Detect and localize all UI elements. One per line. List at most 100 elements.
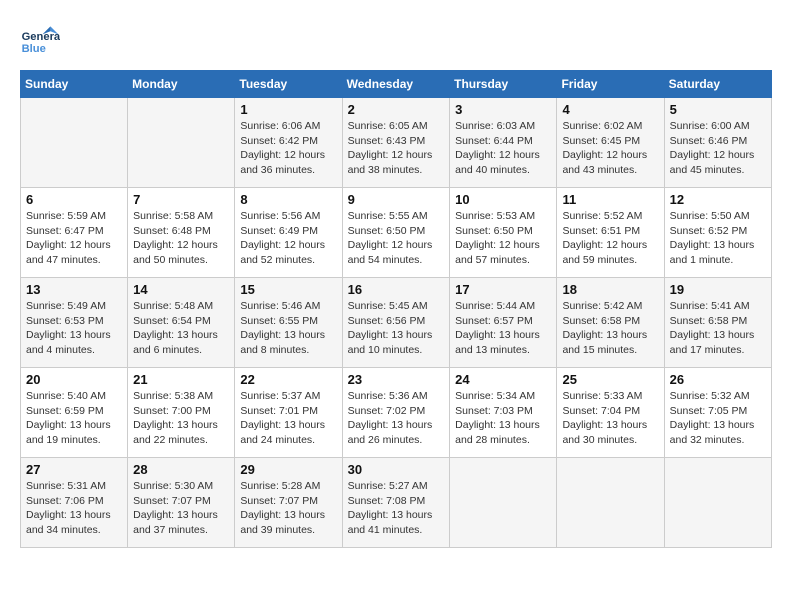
calendar-day-22: 22Sunrise: 5:37 AM Sunset: 7:01 PM Dayli… (235, 368, 342, 458)
calendar-day-16: 16 Sunrise: 5:45 AM Sunset: 6:56 PM Dayli… (342, 278, 450, 368)
logo-icon: General Blue (20, 20, 60, 60)
calendar-day-24: 24 Sunrise: 5:34 AM Sunset: 7:03 PM Dayli… (450, 368, 557, 458)
day-number: 10 (455, 192, 551, 207)
day-info: Sunrise: 5:32 AM Sunset: 7:05 PM Dayligh… (670, 389, 766, 448)
day-number: 28 (133, 462, 229, 477)
day-info: Sunrise: 5:49 AM Sunset: 6:53 PM Dayligh… (26, 299, 122, 358)
day-number: 11 (562, 192, 658, 207)
calendar-day-5: 5 Sunrise: 6:00 AM Sunset: 6:46 PM Daylig… (664, 98, 771, 188)
calendar-empty-cell (557, 458, 664, 548)
day-number: 16 (348, 282, 445, 297)
calendar-day-19: 19Sunrise: 5:41 AM Sunset: 6:58 PM Dayli… (664, 278, 771, 368)
calendar-day-2: 2 Sunrise: 6:05 AM Sunset: 6:43 PM Daylig… (342, 98, 450, 188)
day-number: 29 (240, 462, 336, 477)
day-number: 20 (26, 372, 122, 387)
day-info: Sunrise: 5:27 AM Sunset: 7:08 PM Dayligh… (348, 479, 445, 538)
day-number: 7 (133, 192, 229, 207)
calendar-day-18: 18Sunrise: 5:42 AM Sunset: 6:58 PM Dayli… (557, 278, 664, 368)
day-number: 4 (562, 102, 658, 117)
calendar-empty-cell (128, 98, 235, 188)
day-info: Sunrise: 6:06 AM Sunset: 6:42 PM Dayligh… (240, 119, 336, 178)
day-number: 24 (455, 372, 551, 387)
calendar-day-3: 3 Sunrise: 6:03 AM Sunset: 6:44 PM Daylig… (450, 98, 557, 188)
day-number: 6 (26, 192, 122, 207)
calendar-header-row: SundayMondayTuesdayWednesdayThursdayFrid… (21, 71, 772, 98)
day-info: Sunrise: 5:37 AM Sunset: 7:01 PM Dayligh… (240, 389, 336, 448)
day-number: 30 (348, 462, 445, 477)
day-info: Sunrise: 6:00 AM Sunset: 6:46 PM Dayligh… (670, 119, 766, 178)
day-number: 26 (670, 372, 766, 387)
day-info: Sunrise: 5:28 AM Sunset: 7:07 PM Dayligh… (240, 479, 336, 538)
calendar-day-7: 7 Sunrise: 5:58 AM Sunset: 6:48 PM Daylig… (128, 188, 235, 278)
weekday-header-wednesday: Wednesday (342, 71, 450, 98)
calendar-week-row: 13 Sunrise: 5:49 AM Sunset: 6:53 PM Dayli… (21, 278, 772, 368)
day-number: 13 (26, 282, 122, 297)
day-number: 8 (240, 192, 336, 207)
day-number: 14 (133, 282, 229, 297)
page-header: General Blue (20, 20, 772, 60)
day-info: Sunrise: 5:44 AM Sunset: 6:57 PM Dayligh… (455, 299, 551, 358)
weekday-header-monday: Monday (128, 71, 235, 98)
calendar-day-15: 15Sunrise: 5:46 AM Sunset: 6:55 PM Dayli… (235, 278, 342, 368)
day-number: 2 (348, 102, 445, 117)
calendar-week-row: 1 Sunrise: 6:06 AM Sunset: 6:42 PM Daylig… (21, 98, 772, 188)
calendar-day-30: 30 Sunrise: 5:27 AM Sunset: 7:08 PM Dayli… (342, 458, 450, 548)
day-number: 9 (348, 192, 445, 207)
calendar-day-14: 14 Sunrise: 5:48 AM Sunset: 6:54 PM Dayli… (128, 278, 235, 368)
calendar-day-27: 27 Sunrise: 5:31 AM Sunset: 7:06 PM Dayli… (21, 458, 128, 548)
weekday-header-tuesday: Tuesday (235, 71, 342, 98)
calendar-week-row: 20Sunrise: 5:40 AM Sunset: 6:59 PM Dayli… (21, 368, 772, 458)
day-info: Sunrise: 5:34 AM Sunset: 7:03 PM Dayligh… (455, 389, 551, 448)
day-info: Sunrise: 5:56 AM Sunset: 6:49 PM Dayligh… (240, 209, 336, 268)
calendar-week-row: 27 Sunrise: 5:31 AM Sunset: 7:06 PM Dayli… (21, 458, 772, 548)
day-info: Sunrise: 5:46 AM Sunset: 6:55 PM Dayligh… (240, 299, 336, 358)
day-info: Sunrise: 5:55 AM Sunset: 6:50 PM Dayligh… (348, 209, 445, 268)
day-number: 1 (240, 102, 336, 117)
day-number: 21 (133, 372, 229, 387)
day-info: Sunrise: 5:41 AM Sunset: 6:58 PM Dayligh… (670, 299, 766, 358)
day-info: Sunrise: 5:36 AM Sunset: 7:02 PM Dayligh… (348, 389, 445, 448)
day-number: 23 (348, 372, 445, 387)
day-number: 12 (670, 192, 766, 207)
day-number: 27 (26, 462, 122, 477)
calendar-day-10: 10 Sunrise: 5:53 AM Sunset: 6:50 PM Dayli… (450, 188, 557, 278)
day-info: Sunrise: 5:33 AM Sunset: 7:04 PM Dayligh… (562, 389, 658, 448)
calendar-day-17: 17 Sunrise: 5:44 AM Sunset: 6:57 PM Dayli… (450, 278, 557, 368)
day-info: Sunrise: 5:48 AM Sunset: 6:54 PM Dayligh… (133, 299, 229, 358)
weekday-header-friday: Friday (557, 71, 664, 98)
day-number: 5 (670, 102, 766, 117)
calendar-day-26: 26 Sunrise: 5:32 AM Sunset: 7:05 PM Dayli… (664, 368, 771, 458)
day-info: Sunrise: 5:31 AM Sunset: 7:06 PM Dayligh… (26, 479, 122, 538)
day-number: 25 (562, 372, 658, 387)
day-number: 3 (455, 102, 551, 117)
day-info: Sunrise: 5:38 AM Sunset: 7:00 PM Dayligh… (133, 389, 229, 448)
calendar-day-21: 21 Sunrise: 5:38 AM Sunset: 7:00 PM Dayli… (128, 368, 235, 458)
weekday-header-sunday: Sunday (21, 71, 128, 98)
calendar-day-9: 9 Sunrise: 5:55 AM Sunset: 6:50 PM Daylig… (342, 188, 450, 278)
day-info: Sunrise: 5:45 AM Sunset: 6:56 PM Dayligh… (348, 299, 445, 358)
day-info: Sunrise: 6:03 AM Sunset: 6:44 PM Dayligh… (455, 119, 551, 178)
day-number: 18 (562, 282, 658, 297)
day-info: Sunrise: 5:59 AM Sunset: 6:47 PM Dayligh… (26, 209, 122, 268)
day-number: 17 (455, 282, 551, 297)
calendar-day-20: 20Sunrise: 5:40 AM Sunset: 6:59 PM Dayli… (21, 368, 128, 458)
day-info: Sunrise: 6:05 AM Sunset: 6:43 PM Dayligh… (348, 119, 445, 178)
calendar-day-8: 8 Sunrise: 5:56 AM Sunset: 6:49 PM Daylig… (235, 188, 342, 278)
weekday-header-saturday: Saturday (664, 71, 771, 98)
calendar-day-29: 29 Sunrise: 5:28 AM Sunset: 7:07 PM Dayli… (235, 458, 342, 548)
calendar-day-28: 28 Sunrise: 5:30 AM Sunset: 7:07 PM Dayli… (128, 458, 235, 548)
day-info: Sunrise: 5:50 AM Sunset: 6:52 PM Dayligh… (670, 209, 766, 268)
svg-text:Blue: Blue (22, 43, 46, 55)
calendar-day-25: 25 Sunrise: 5:33 AM Sunset: 7:04 PM Dayli… (557, 368, 664, 458)
calendar-day-4: 4 Sunrise: 6:02 AM Sunset: 6:45 PM Daylig… (557, 98, 664, 188)
calendar-day-13: 13 Sunrise: 5:49 AM Sunset: 6:53 PM Dayli… (21, 278, 128, 368)
calendar-empty-cell (21, 98, 128, 188)
calendar-table: SundayMondayTuesdayWednesdayThursdayFrid… (20, 70, 772, 548)
calendar-day-11: 11Sunrise: 5:52 AM Sunset: 6:51 PM Dayli… (557, 188, 664, 278)
day-info: Sunrise: 5:30 AM Sunset: 7:07 PM Dayligh… (133, 479, 229, 538)
day-info: Sunrise: 6:02 AM Sunset: 6:45 PM Dayligh… (562, 119, 658, 178)
calendar-empty-cell (664, 458, 771, 548)
svg-text:General: General (22, 31, 60, 43)
day-info: Sunrise: 5:53 AM Sunset: 6:50 PM Dayligh… (455, 209, 551, 268)
day-info: Sunrise: 5:58 AM Sunset: 6:48 PM Dayligh… (133, 209, 229, 268)
